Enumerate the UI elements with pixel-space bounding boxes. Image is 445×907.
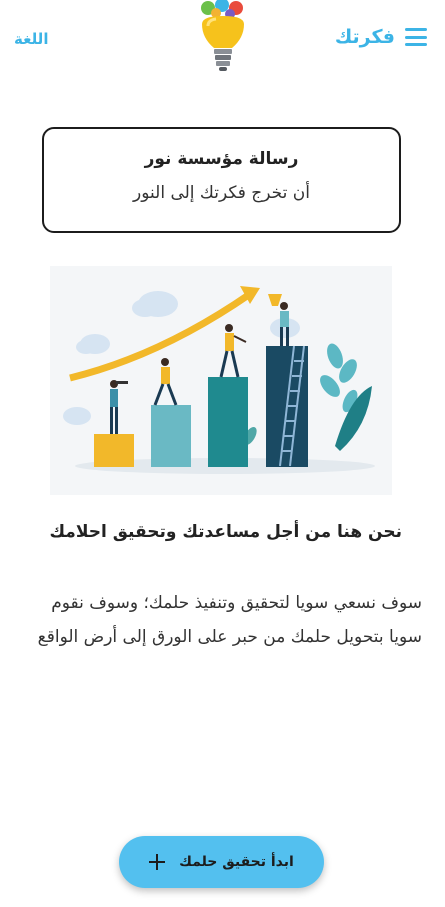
mission-title: رسالة مؤسسة نور (144, 149, 299, 169)
menu-icon[interactable] (405, 28, 427, 46)
headline: نحن هنا من أجل مساعدتك وتحقيق احلامك (49, 522, 402, 542)
app-header: اللغة فكرتك (0, 0, 445, 80)
language-link[interactable]: اللغة (14, 30, 48, 48)
start-dream-label: ابدأ تحقيق حلمك (179, 854, 294, 870)
brand: فكرتك (335, 26, 427, 48)
body-text: سوف نسعي سويا لتحقيق وتنفيذ حلمك؛ وسوف ن… (37, 593, 422, 647)
brand-name[interactable]: فكرتك (335, 26, 395, 48)
mission-subtitle: أن تخرج فكرتك إلى النور (133, 183, 310, 203)
plus-icon (149, 854, 166, 870)
growth-illustration (50, 266, 392, 495)
mission-card: رسالة مؤسسة نور أن تخرج فكرتك إلى النور (42, 127, 401, 233)
start-dream-button[interactable]: ابدأ تحقيق حلمك (119, 836, 324, 888)
lightbulb-logo (201, 0, 244, 71)
